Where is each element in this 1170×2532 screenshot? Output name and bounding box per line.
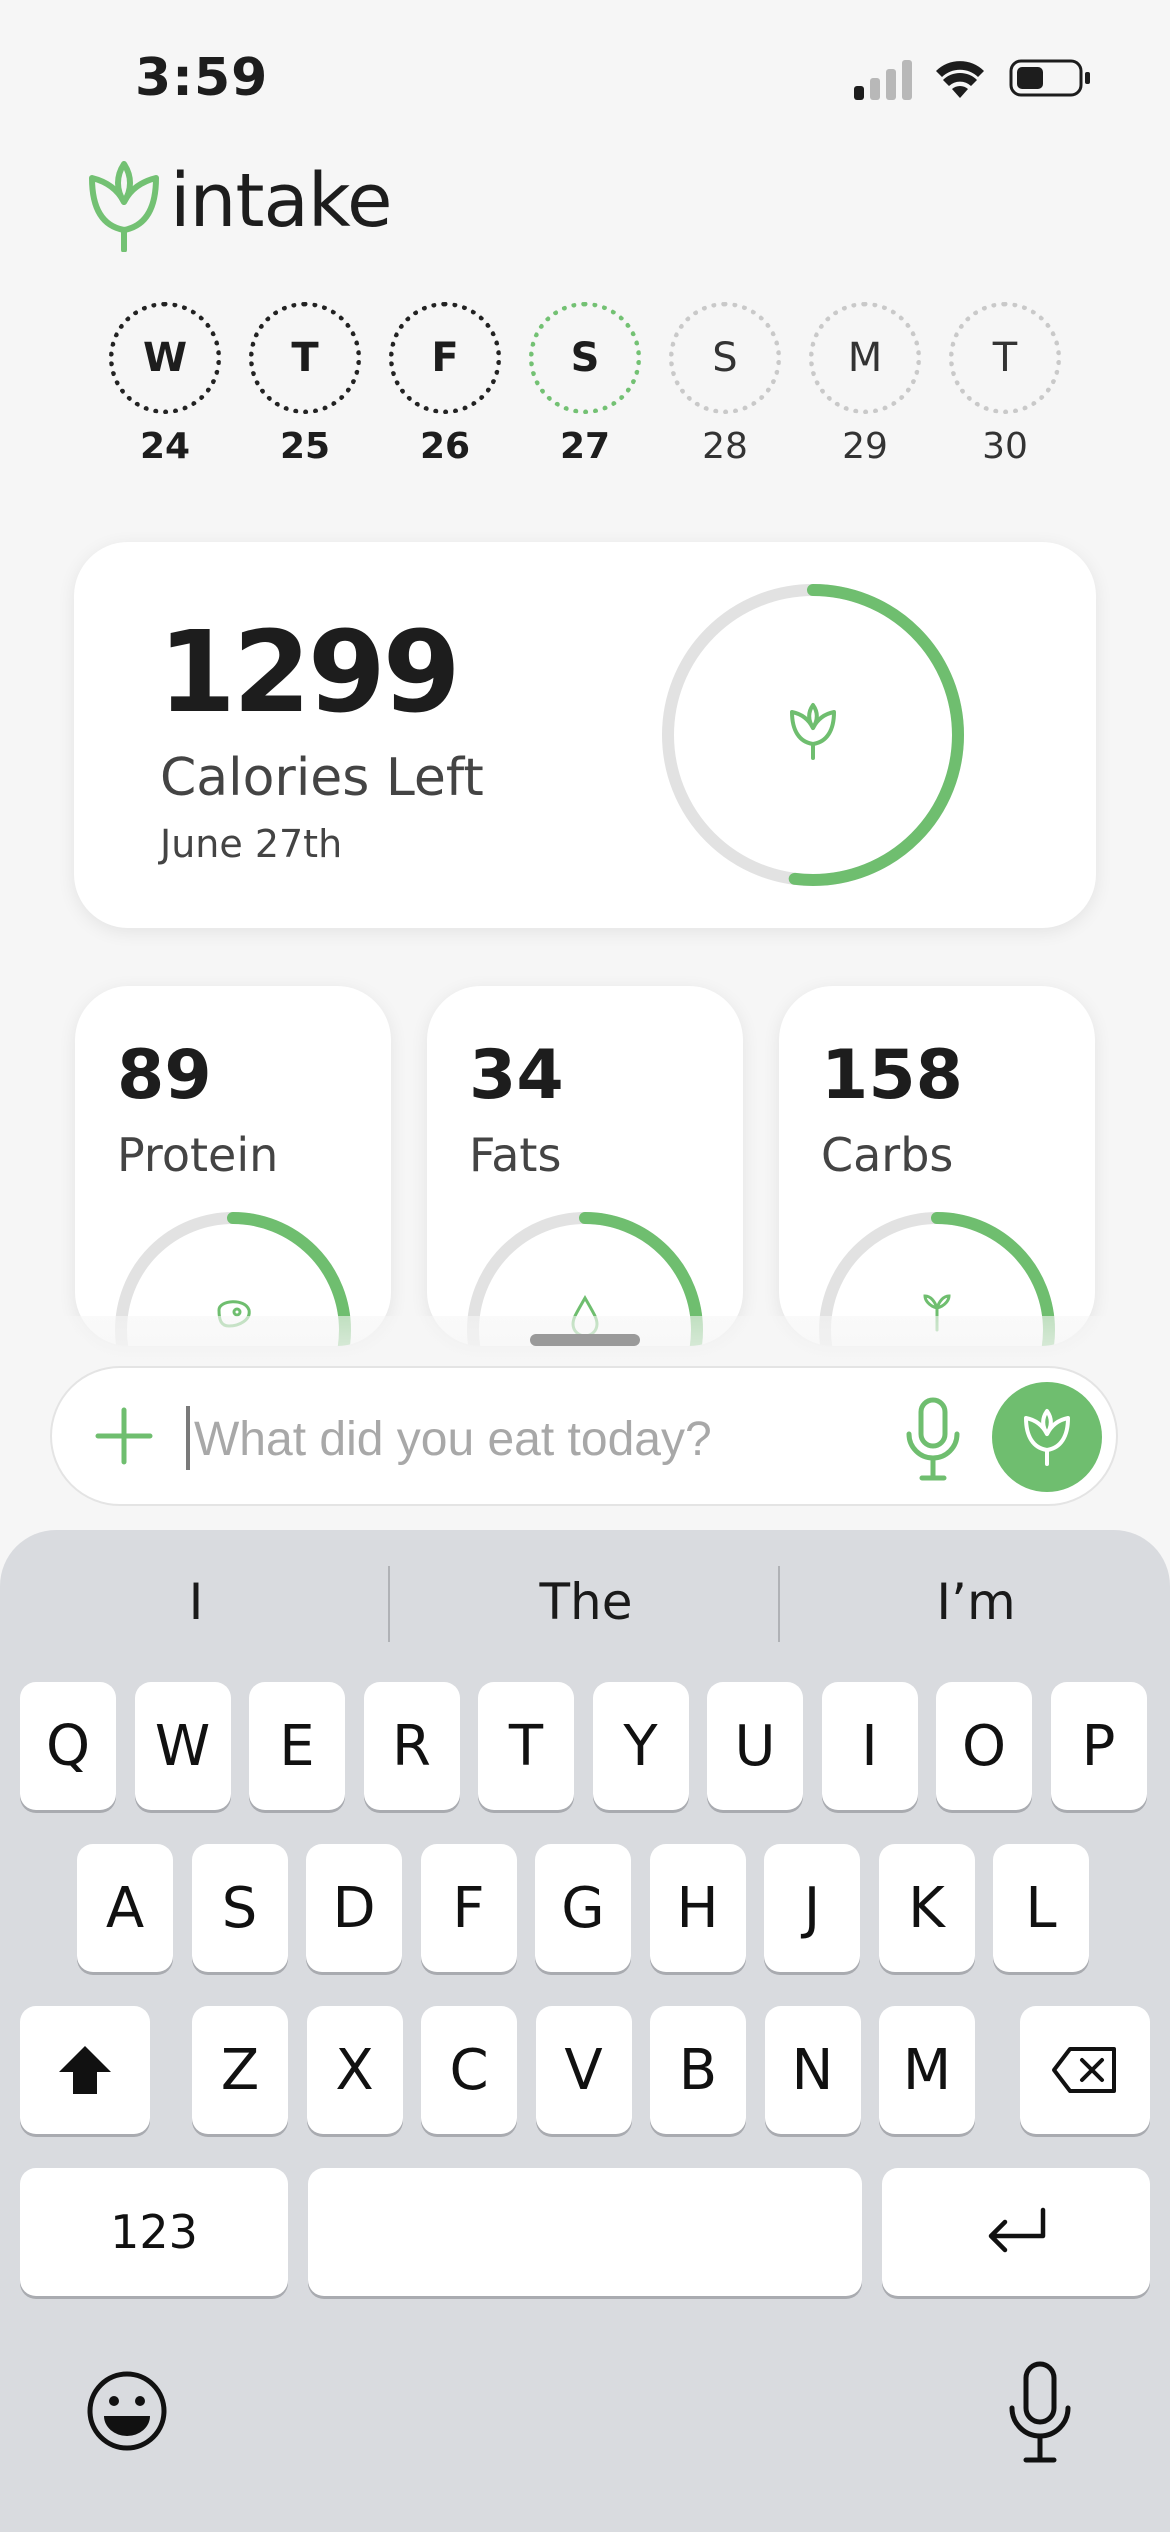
day-date: 29 [842,426,888,467]
day-date: 25 [279,426,331,467]
space-bar[interactable] [308,2168,862,2296]
key-f[interactable]: F [420,1844,517,1972]
food-log-input[interactable] [192,1396,896,1482]
macro-label: Carbs [821,1128,954,1182]
key-r[interactable]: R [363,1682,460,1810]
key-g[interactable]: G [535,1844,631,1972]
key-m[interactable]: M [879,2006,975,2134]
key-y[interactable]: Y [592,1682,689,1810]
return-key[interactable] [882,2168,1150,2296]
key-v[interactable]: V [535,2006,632,2134]
key-i[interactable]: I [821,1682,918,1810]
shift-arrow-icon [59,2046,111,2094]
day-letter: T [949,302,1061,414]
key-b[interactable]: B [650,2006,746,2134]
battery-icon [1009,59,1090,97]
key-e[interactable]: E [249,1682,345,1810]
app-name: intake [170,158,393,244]
delete-key[interactable] [1020,2006,1150,2134]
macro-card-fats[interactable]: 34 Fats [427,986,743,1346]
status-time: 3:59 [135,48,269,108]
macro-label: Protein [117,1128,279,1182]
day-date: 26 [419,426,471,467]
day-t-25[interactable]: T 25 [245,302,365,467]
macro-value: 34 [469,1036,564,1115]
suggestion-divider [388,1566,390,1642]
key-j[interactable]: J [764,1844,860,1972]
key-d[interactable]: D [306,1844,402,1972]
add-plus-icon[interactable] [88,1400,160,1472]
calories-left-value: 1299 [158,608,461,738]
keyboard-suggestion[interactable]: The [392,1570,780,1634]
calories-progress-ring [662,584,964,886]
day-letter: T [249,302,361,414]
key-u[interactable]: U [707,1682,803,1810]
key-h[interactable]: H [649,1844,746,1972]
day-letter: M [809,302,921,414]
key-c[interactable]: C [421,2006,517,2134]
send-button[interactable] [992,1382,1102,1492]
keyboard-suggestion[interactable]: I [2,1570,390,1634]
day-t-30[interactable]: T 30 [945,302,1065,467]
day-w-24[interactable]: W 24 [105,302,225,467]
shift-key[interactable] [20,2006,150,2134]
key-o[interactable]: O [936,1682,1032,1810]
key-s[interactable]: S [191,1844,288,1972]
keyboard-suggestion[interactable]: I’m [782,1570,1170,1634]
key-z[interactable]: Z [192,2006,288,2134]
key-p[interactable]: P [1050,1682,1147,1810]
day-date: 28 [702,426,748,467]
key-q[interactable]: Q [20,1682,116,1810]
backspace-icon [1052,2047,1116,2093]
intake-logo-icon [89,161,159,252]
day-f-26[interactable]: F 26 [385,302,505,467]
day-date: 27 [559,426,611,467]
macro-value: 158 [821,1036,963,1115]
calories-left-label: Calories Left [160,748,484,808]
day-s-28[interactable]: S 28 [665,302,785,467]
key-n[interactable]: N [764,2006,861,2134]
dictation-microphone-icon[interactable] [1000,2358,1080,2468]
emoji-icon[interactable] [82,2366,172,2456]
macro-card-carbs[interactable]: 158 Carbs [779,986,1095,1346]
key-l[interactable]: L [993,1844,1089,1972]
day-letter: W [109,302,221,414]
day-letter: F [389,302,501,414]
key-w[interactable]: W [134,1682,231,1810]
day-letter: S [529,302,641,414]
macro-value: 89 [117,1036,212,1115]
key-x[interactable]: X [306,2006,403,2134]
status-icons [854,59,1090,100]
day-date: 24 [139,426,191,467]
cellular-signal-icon [854,60,912,100]
numbers-key[interactable]: 123 [20,2168,288,2296]
suggestion-divider [778,1566,780,1642]
sheet-grabber[interactable] [530,1334,640,1346]
wifi-icon [936,61,984,98]
key-k[interactable]: K [878,1844,975,1972]
day-s-27[interactable]: S 27 [525,302,645,467]
macro-label: Fats [469,1128,562,1182]
leaf-icon [790,703,836,760]
key-a[interactable]: A [77,1844,173,1972]
macro-card-protein[interactable]: 89 Protein [75,986,391,1346]
return-arrow-icon [988,2207,1046,2253]
calories-date: June 27th [160,822,343,866]
day-letter: S [669,302,781,414]
microphone-icon[interactable] [898,1394,968,1484]
text-cursor [186,1406,190,1470]
leaf-icon [1024,1409,1070,1466]
day-m-29[interactable]: M 29 [805,302,925,467]
day-date: 30 [982,426,1028,467]
key-t[interactable]: T [478,1682,574,1810]
